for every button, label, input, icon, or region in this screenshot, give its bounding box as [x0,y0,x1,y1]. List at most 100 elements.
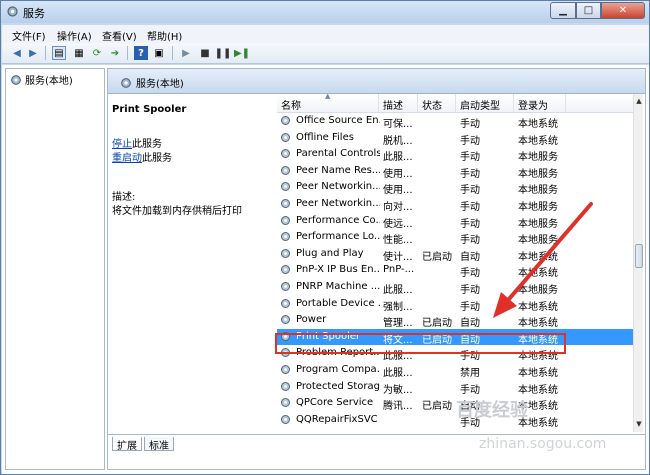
menu-file[interactable]: 文件(F) [12,28,46,43]
services-gear-icon [11,74,21,85]
service-gear-icon [281,282,290,291]
restart-service-icon[interactable]: ▶❚ [234,46,250,60]
start-service-icon[interactable]: ▶ [179,46,193,60]
cell-startup: 手动 [460,168,480,180]
tab-standard[interactable]: 标准 [144,437,174,452]
service-gear-icon [281,149,290,159]
cell-startup: 手动 [460,185,480,197]
stop-service-icon[interactable]: ■ [198,46,212,60]
table-row[interactable]: Parental Controls 此服... 手动 本地服务 [277,146,633,164]
minimize-button[interactable]: ▁ [550,2,576,19]
cell-name: Peer Networkin... [296,181,380,193]
restart-suffix: 此服务 [142,153,172,164]
tree-item-label: 服务(本地) [25,76,73,87]
help-icon[interactable]: ? [134,46,148,60]
service-detail-panel: Print Spooler 停止此服务 重启动此服务 描述: 将文件加载到内存供… [108,94,273,434]
restart-action: 重启动此服务 [112,149,172,164]
cell-name: QQRepairFixSVC [296,413,378,425]
column-description[interactable]: 描述 [383,97,403,112]
cell-name: Offline Files [296,131,354,143]
table-row[interactable]: QPCore Service 腾讯... 已启动 自动 本地系统 [277,395,633,413]
table-row[interactable]: Office Source En... 可保... 手动 本地系统 [277,113,633,130]
menu-help[interactable]: 帮助(H) [147,28,182,43]
cell-logon: 本地服务 [518,152,558,164]
cell-desc: 性能... [383,235,413,247]
service-gear-icon [281,199,290,208]
cell-name: PNRP Machine ... [296,281,380,292]
column-logon-as[interactable]: 登录为 [518,97,548,112]
watermark-text: 百度经验 [456,400,528,421]
title-bar[interactable]: 服务 ▁ □ ✕ [1,1,649,23]
back-arrow-icon[interactable]: ◀ [10,46,24,60]
scroll-down-icon[interactable]: ▼ [635,420,643,428]
table-row[interactable]: QQRepairFixSVC 手动 本地系统 [277,412,633,429]
menu-view[interactable]: 查看(V) [102,28,137,43]
column-divider[interactable] [417,94,418,112]
cell-desc: 使用... [383,185,413,197]
restart-service-link[interactable]: 重启动 [112,153,142,164]
service-gear-icon [281,398,290,408]
cell-logon: 本地服务 [518,185,558,197]
cell-startup: 手动 [460,152,480,164]
cell-name: Office Source En... [296,115,380,126]
export-list-icon[interactable]: ➔ [108,46,122,60]
cell-desc: 腾讯... [383,401,413,413]
highlight-annotation-box [275,333,566,354]
cell-logon: 本地系统 [518,119,558,130]
service-gear-icon [281,265,290,275]
toolbar-separator [45,46,46,60]
column-status[interactable]: 状态 [422,97,442,112]
console-tree-icon[interactable]: ▤ [52,46,66,60]
console-tree-pane: 服务(本地) [5,68,105,470]
column-divider[interactable] [455,94,456,112]
service-gear-icon [281,182,290,192]
menu-action[interactable]: 操作(A) [57,28,92,43]
tab-extended[interactable]: 扩展 [112,437,142,452]
window-controls: ▁ □ ✕ [550,2,645,20]
cell-name: Performance Co... [296,214,380,226]
table-row[interactable]: Peer Networkin... 使用... 手动 本地服务 [277,179,633,197]
cell-startup: 手动 [460,135,480,147]
service-gear-icon [281,132,290,142]
maximize-button[interactable]: □ [576,2,601,19]
stop-action: 停止此服务 [112,135,162,150]
window-title: 服务 [23,7,45,20]
table-row[interactable]: Peer Name Res... 使用... 手动 本地服务 [277,163,633,180]
cell-name: QPCore Service [296,397,374,409]
column-divider[interactable] [565,94,566,112]
scrollbar-thumb[interactable] [635,244,643,268]
refresh-icon[interactable]: ⟳ [90,46,104,60]
vertical-scrollbar[interactable]: ▲ ▼ [633,94,643,432]
minimize-icon: ▁ [559,5,567,16]
column-divider[interactable] [378,94,379,112]
cell-name: Power [296,314,327,326]
table-row[interactable]: Program Compa... 此服... 禁用 本地系统 [277,362,633,379]
description-text: 将文件加载到内存供稍后打印 [112,206,242,217]
pause-service-icon[interactable]: ❚❚ [215,46,232,60]
service-gear-icon [281,232,290,242]
cell-name: Peer Name Res... [296,164,380,176]
show-hide-icon[interactable]: ▣ [152,46,166,60]
close-button[interactable]: ✕ [601,2,645,19]
forward-arrow-icon[interactable]: ▶ [26,46,40,60]
service-gear-icon [281,381,290,391]
column-divider[interactable] [513,94,514,112]
column-startup-type[interactable]: 启动类型 [460,97,500,112]
table-row[interactable]: Protected Storage 为敏... 手动 本地系统 [277,379,633,396]
cell-desc: 使计... [383,251,413,263]
description-label: 描述: [112,192,136,203]
column-name[interactable]: 名称 [281,97,301,112]
scroll-up-icon[interactable]: ▲ [635,97,643,105]
column-header-row: ▲ 名称 描述 状态 启动类型 登录为 [277,94,643,113]
service-gear-icon [281,298,290,308]
cell-name: Protected Storage [296,380,380,392]
cell-status: 已启动 [422,401,452,413]
tree-item-services-local[interactable]: 服务(本地) [10,72,73,87]
toolbar-separator [172,46,173,60]
table-row[interactable]: Offline Files 脱机... 手动 本地系统 [277,130,633,147]
services-window: 服务 ▁ □ ✕ 文件(F) 操作(A) 查看(V) 帮助(H) ◀ ▶ ▤ ▦… [0,0,650,475]
details-header-label: 服务(本地) [136,79,184,90]
cell-logon: 本地系统 [518,384,558,396]
cell-desc: 向对... [383,202,413,213]
properties-icon[interactable]: ▦ [72,46,86,60]
